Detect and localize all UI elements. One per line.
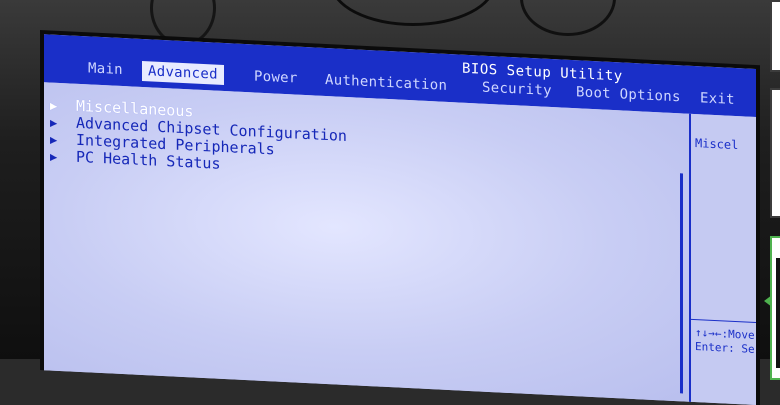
help-description: Miscel	[695, 136, 739, 153]
monitor-bezel: BIOS Setup Utility Main Advanced Power A…	[40, 30, 760, 405]
submenu-arrow-icon: ▶	[50, 149, 58, 164]
tab-authentication[interactable]: Authentication	[319, 70, 453, 97]
tab-power[interactable]: Power	[248, 66, 304, 89]
tab-exit[interactable]: Exit	[694, 88, 741, 110]
help-panel: Miscel ↑↓→←:Move Enter: Se	[691, 113, 756, 405]
side-panel-highlighted	[770, 236, 780, 380]
key-hint-enter: Enter: Se	[695, 340, 755, 356]
side-panel-bar	[776, 258, 780, 368]
key-hints: ↑↓→←:Move Enter: Se	[695, 326, 755, 357]
main-panel: ▶ Miscellaneous ▶ Advanced Chipset Configu…	[44, 82, 689, 404]
menu-list: ▶ Miscellaneous ▶ Advanced Chipset Configu…	[50, 96, 347, 179]
tab-advanced[interactable]: Advanced	[142, 60, 224, 85]
scrollbar[interactable]	[680, 173, 683, 394]
bios-screen: BIOS Setup Utility Main Advanced Power A…	[44, 34, 756, 405]
side-panel	[770, 88, 780, 218]
tab-security[interactable]: Security	[476, 77, 558, 101]
pointer-arrow-icon	[764, 295, 772, 307]
tab-boot-options[interactable]: Boot Options	[570, 82, 687, 108]
help-separator	[691, 318, 756, 324]
tab-main[interactable]: Main	[82, 58, 129, 80]
side-panel	[770, 0, 780, 72]
